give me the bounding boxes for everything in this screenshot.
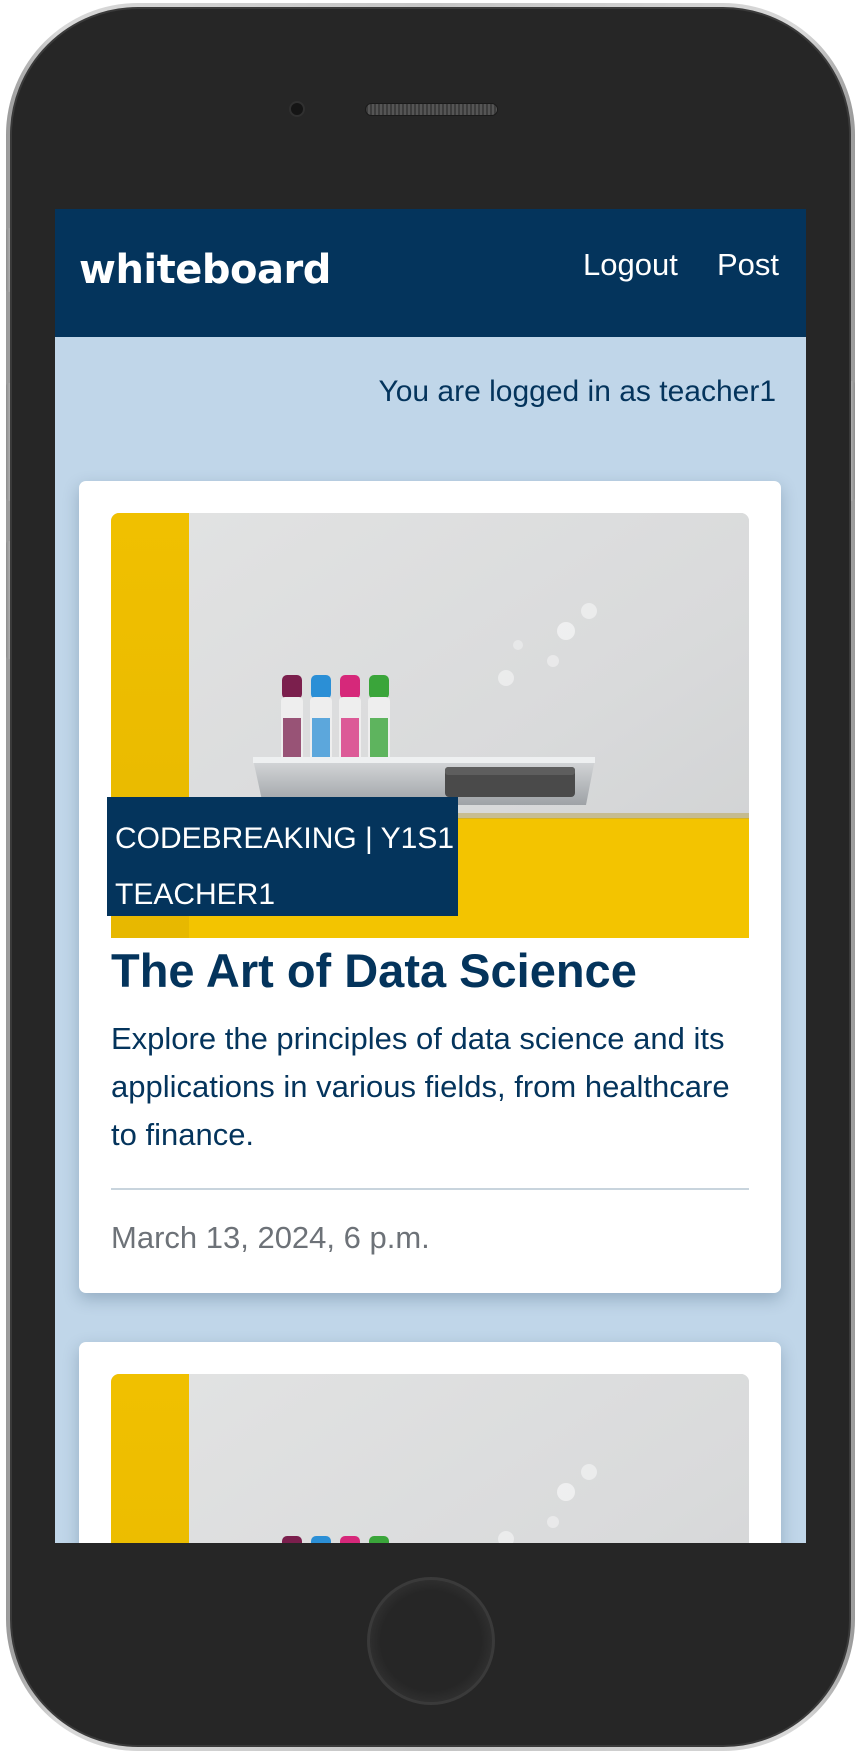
post-card[interactable]: CODEBREAKING | Y1S1 TEACHER1 The Art of … [79,481,781,1293]
login-status: You are logged in as teacher1 [378,375,776,408]
post-card[interactable] [79,1342,781,1543]
post-image[interactable] [111,1374,749,1543]
post-link[interactable]: Post [717,247,779,283]
home-button-icon[interactable] [367,1577,495,1705]
earpiece-speaker-icon [365,103,498,116]
front-camera-icon [289,101,305,117]
brand-logo[interactable]: whiteboard [79,247,331,293]
navbar: whiteboard Logout Post [55,209,806,337]
logout-link[interactable]: Logout [583,247,678,283]
post-description: Explore the principles of data science a… [111,1021,730,1152]
divider [111,1188,749,1190]
post-title[interactable]: The Art of Data Science [111,943,637,998]
post-author: TEACHER1 [115,878,276,911]
post-category-badge[interactable]: CODEBREAKING | Y1S1 TEACHER1 [107,797,458,916]
app-screen: whiteboard Logout Post You are logged in… [55,209,806,1543]
post-date: March 13, 2024, 6 p.m. [111,1220,430,1255]
post-category: CODEBREAKING | Y1S1 [115,822,455,855]
